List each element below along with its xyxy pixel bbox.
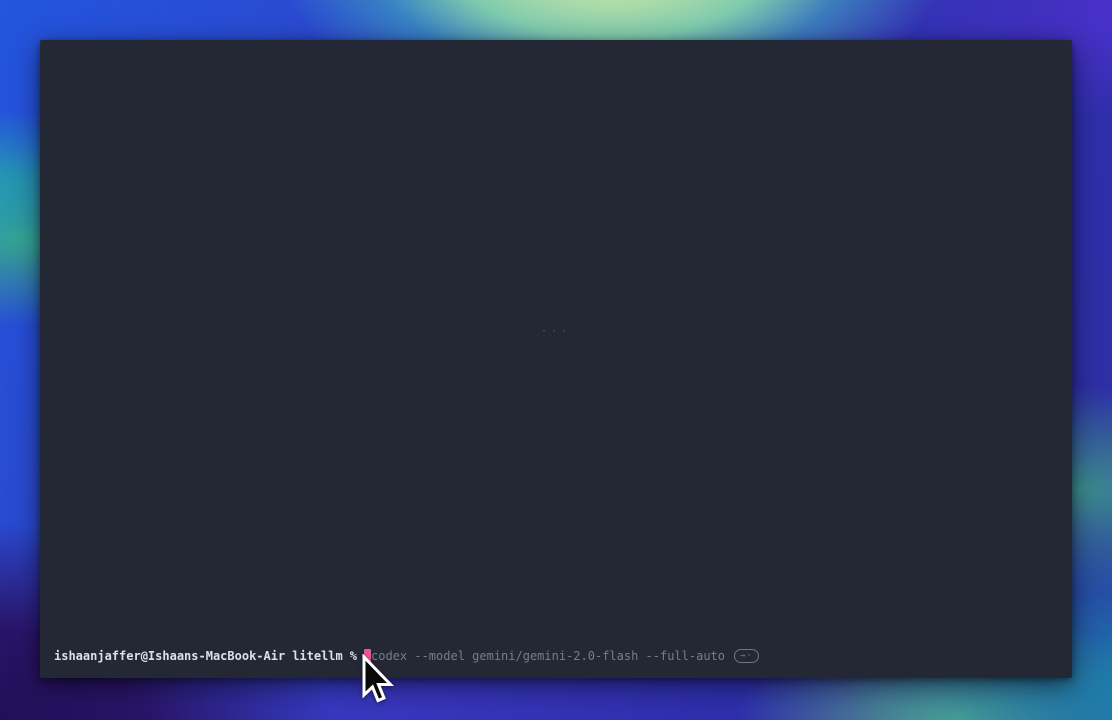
prompt-directory: litellm [292, 648, 343, 664]
autosuggestion-text: codex --model gemini/gemini-2.0-flash --… [371, 648, 725, 664]
terminal-window[interactable]: ··· ishaanjaffer@Ishaans-MacBook-Air lit… [40, 40, 1072, 678]
prompt-user-host: ishaanjaffer@Ishaans-MacBook-Air [54, 648, 285, 664]
tab-hint-label: →· [740, 650, 753, 662]
text-cursor [364, 649, 371, 663]
tab-hint-badge: →· [734, 649, 759, 663]
terminal-prompt-line[interactable]: ishaanjaffer@Ishaans-MacBook-Air litellm… [54, 648, 759, 664]
prompt-symbol: % [350, 648, 357, 664]
loading-dots: ··· [541, 326, 571, 337]
desktop-wallpaper: ··· ishaanjaffer@Ishaans-MacBook-Air lit… [0, 0, 1112, 720]
